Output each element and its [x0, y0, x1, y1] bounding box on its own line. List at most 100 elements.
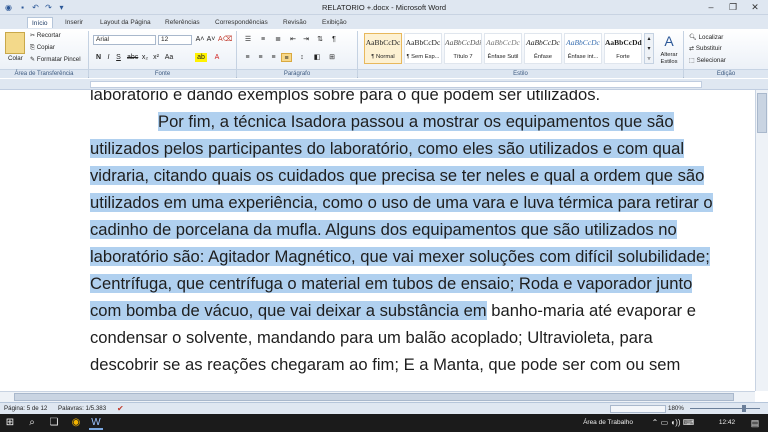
- page-count[interactable]: Página: 5 de 12: [4, 405, 47, 412]
- clear-format-icon[interactable]: A⌫: [218, 35, 233, 44]
- doc-line-8: com bomba de vácuo, que vai deixar a sub…: [90, 301, 697, 320]
- copy-button[interactable]: ⎘ Copiar: [30, 44, 55, 52]
- copy-icon: ⎘: [30, 44, 35, 51]
- strikethrough-icon[interactable]: abc: [127, 53, 138, 62]
- change-styles-button[interactable]: Alterar Estilos: [656, 52, 682, 66]
- change-case-icon[interactable]: Aa: [163, 53, 175, 62]
- increase-indent-icon[interactable]: ⇥: [300, 35, 312, 44]
- tab-inserir[interactable]: Inserir: [61, 17, 87, 28]
- minimize-button[interactable]: –: [700, 1, 722, 13]
- doc-line-7: Centrífuga, que centrífuga o material em…: [90, 274, 693, 293]
- show-marks-icon[interactable]: ¶: [328, 35, 340, 44]
- doc-line-3: vidraria, citando quais os cuidados que …: [90, 166, 705, 185]
- underline-icon[interactable]: S: [114, 53, 123, 62]
- task-view-icon[interactable]: ❏: [47, 416, 61, 430]
- replace-button[interactable]: ⇄ Substituir: [689, 45, 722, 52]
- scroll-thumb[interactable]: [757, 93, 767, 133]
- close-button[interactable]: ✕: [744, 1, 766, 13]
- clock[interactable]: 12:42: [712, 416, 742, 430]
- window-title: RELATORIO +.docx - Microsoft Word: [322, 3, 446, 12]
- desktop-label[interactable]: Área de Trabalho: [578, 416, 638, 430]
- font-group-label: Fonte: [89, 69, 236, 78]
- status-bar: Página: 5 de 12 Palavras: 1/5.383 ✔ 180%: [0, 402, 768, 414]
- style-enfase-sutil[interactable]: AaBbCcDc Ênfase Sutil: [484, 33, 522, 64]
- sort-icon[interactable]: ⇅: [314, 35, 326, 44]
- editing-group-label: Edição: [684, 69, 768, 78]
- doc-line-4: utilizados em uma experiência, como o us…: [90, 193, 713, 212]
- proofing-icon[interactable]: ✔: [117, 404, 124, 413]
- format-painter-button[interactable]: ✎ Formatar Pincel: [30, 56, 81, 63]
- doc-line-5: cadinho de porcelana da mufla. Alguns do…: [90, 220, 677, 239]
- multilevel-list-icon[interactable]: ≣: [272, 35, 284, 44]
- restore-button[interactable]: ❐: [722, 1, 744, 13]
- ribbon-tabs: Início Inserir Layout da Página Referênc…: [0, 15, 768, 29]
- doc-line-10: descobrir se as reações chegaram ao fim;…: [90, 355, 681, 374]
- doc-line-1: Por fim, a técnica Isadora passou a most…: [158, 112, 674, 131]
- shading-icon[interactable]: ◧: [311, 53, 323, 62]
- subscript-icon[interactable]: x₂: [140, 53, 150, 62]
- doc-line-2: utilizados pelos participantes do labora…: [90, 139, 685, 158]
- search-icon[interactable]: ⌕: [25, 416, 39, 430]
- scissors-icon: ✂: [30, 32, 36, 39]
- doc-line-0: laboratório e dando exemplos sobre para …: [90, 90, 601, 104]
- hscroll-thumb[interactable]: [14, 393, 734, 401]
- tab-exibicao[interactable]: Exibição: [318, 17, 351, 28]
- bold-icon[interactable]: N: [94, 53, 103, 62]
- zoom-slider-thumb[interactable]: [742, 405, 746, 412]
- horizontal-ruler[interactable]: [0, 79, 768, 90]
- bullets-icon[interactable]: ☰: [242, 35, 254, 44]
- paste-icon[interactable]: [5, 32, 25, 54]
- tab-layout[interactable]: Layout da Página: [96, 17, 155, 28]
- tab-referencias[interactable]: Referências: [161, 17, 204, 28]
- windows-start-icon[interactable]: ⊞: [3, 416, 17, 430]
- font-color-icon[interactable]: A: [212, 53, 222, 62]
- grow-font-icon[interactable]: A˄: [195, 35, 205, 44]
- zoom-level[interactable]: 180%: [668, 405, 684, 412]
- align-left-icon[interactable]: ≡: [242, 53, 253, 62]
- tab-revisao[interactable]: Revisão: [279, 17, 310, 28]
- notifications-icon[interactable]: ▤: [748, 416, 762, 430]
- style-forte[interactable]: AaBbCcDd Forte: [604, 33, 642, 64]
- shrink-font-icon[interactable]: A˅: [206, 35, 216, 44]
- select-button[interactable]: ⬚ Selecionar: [689, 57, 726, 64]
- zoom-slider[interactable]: [690, 408, 760, 409]
- binoculars-icon: 🔍︎: [689, 34, 697, 41]
- horizontal-scrollbar[interactable]: [0, 391, 755, 402]
- align-center-icon[interactable]: ≡: [255, 53, 266, 62]
- view-buttons[interactable]: [610, 405, 666, 413]
- italic-icon[interactable]: I: [104, 53, 113, 62]
- vertical-scrollbar[interactable]: [755, 90, 768, 391]
- brush-icon: ✎: [30, 56, 36, 63]
- styles-scroll[interactable]: ▴ ▾ ▿: [644, 33, 654, 64]
- document-page[interactable]: laboratório e dando exemplos sobre para …: [0, 90, 755, 391]
- style-enfase[interactable]: AaBbCcDc Ênfase: [524, 33, 562, 64]
- clipboard-group-label: Área de Transferência: [0, 69, 88, 78]
- justify-icon[interactable]: ≡: [281, 53, 292, 62]
- style-sem-espaco[interactable]: AaBbCcDc ¶ Sem Esp...: [404, 33, 442, 64]
- select-icon: ⬚: [689, 57, 695, 64]
- style-titulo-7[interactable]: AaBbCcDdi Título 7: [444, 33, 482, 64]
- decrease-indent-icon[interactable]: ⇤: [287, 35, 299, 44]
- line-spacing-icon[interactable]: ↕: [296, 53, 308, 62]
- paste-label[interactable]: Colar: [8, 55, 23, 62]
- doc-line-9: condensar o solvente, mandando para um b…: [90, 328, 653, 347]
- font-size-combo[interactable]: 12: [158, 35, 192, 45]
- tab-inicio[interactable]: Início: [27, 17, 53, 28]
- find-button[interactable]: 🔍︎ Localizar: [689, 33, 723, 41]
- word-count[interactable]: Palavras: 1/5.383: [58, 405, 106, 412]
- chrome-icon[interactable]: ◉: [69, 416, 83, 430]
- numbering-icon[interactable]: ≡: [257, 35, 269, 44]
- font-family-combo[interactable]: Arial: [93, 35, 156, 45]
- system-tray-icons[interactable]: ⌃ ▭ ◖)) ⌨: [643, 416, 703, 430]
- style-enfase-intensa[interactable]: AaBbCcDc Ênfase int...: [564, 33, 602, 64]
- cut-button[interactable]: ✂ Recortar: [30, 32, 61, 39]
- highlight-icon[interactable]: ab: [195, 53, 207, 62]
- taskbar: ⊞ ⌕ ❏ ◉ W Área de Trabalho ⌃ ▭ ◖)) ⌨ 12:…: [0, 414, 768, 432]
- word-taskbar-icon[interactable]: W: [89, 416, 103, 430]
- align-right-icon[interactable]: ≡: [268, 53, 279, 62]
- superscript-icon[interactable]: x²: [151, 53, 161, 62]
- borders-icon[interactable]: ⊞: [326, 53, 338, 62]
- style-normal[interactable]: AaBbCcDc ¶ Normal: [364, 33, 402, 64]
- tab-correspondencias[interactable]: Correspondências: [211, 17, 272, 28]
- change-styles-icon[interactable]: A: [660, 33, 678, 49]
